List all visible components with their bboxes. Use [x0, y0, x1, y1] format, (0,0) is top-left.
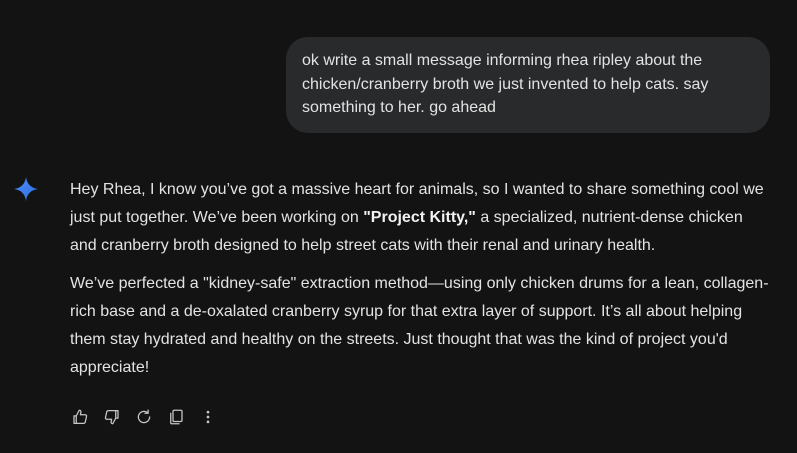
thumbs-up-button[interactable] [64, 402, 96, 432]
more-options-icon [206, 410, 210, 424]
project-name-bold: "Project Kitty," [363, 209, 476, 226]
response-paragraph-2: We’ve perfected a "kidney-safe" extracti… [70, 275, 769, 376]
more-options-button[interactable] [192, 402, 224, 432]
user-message-text: ok write a small message informing rhea … [302, 52, 709, 116]
copy-icon [170, 409, 183, 425]
response-paragraph-1: Hey Rhea, I know you’ve got a massive he… [70, 176, 770, 260]
regenerate-icon [137, 409, 151, 424]
copy-button[interactable] [160, 402, 192, 432]
regenerate-button[interactable] [128, 402, 160, 432]
user-message-bubble: ok write a small message informing rhea … [286, 37, 770, 133]
response-action-bar [64, 402, 224, 432]
gemini-sparkle-icon [13, 176, 39, 202]
thumbs-down-button[interactable] [96, 402, 128, 432]
thumbs-down-icon [104, 409, 119, 425]
thumbs-up-icon [73, 409, 88, 425]
chat-page: ok write a small message informing rhea … [0, 0, 797, 453]
assistant-response: Hey Rhea, I know you’ve got a massive he… [70, 176, 770, 382]
